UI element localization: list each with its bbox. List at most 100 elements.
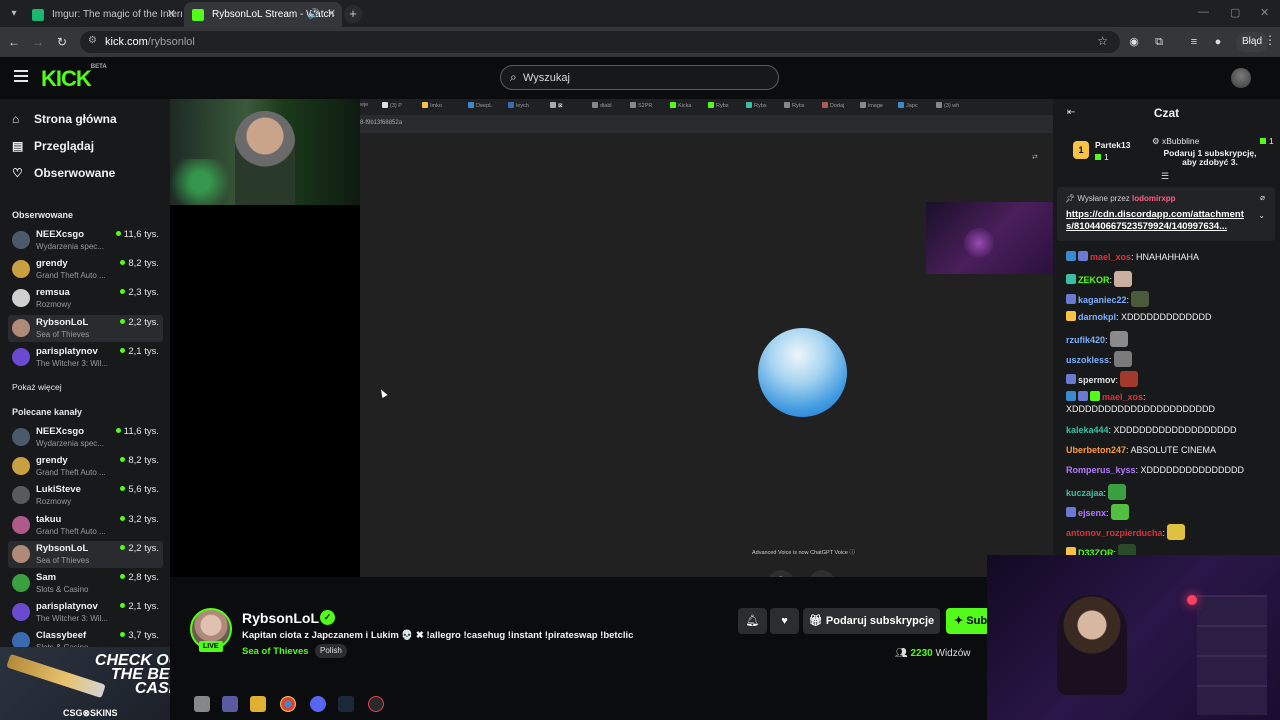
expand-chevron-icon[interactable]: ⌄ xyxy=(1258,211,1265,220)
live-dot-icon xyxy=(120,457,126,463)
channel-item[interactable]: RybsonLoL Sea of Thieves 2,2 tys. xyxy=(8,540,163,568)
stream-category-link[interactable]: Sea of Thieves xyxy=(242,646,309,657)
reload-icon[interactable]: ↻ xyxy=(54,34,70,50)
channel-avatar xyxy=(12,574,30,592)
nav-browse[interactable]: ▤ Przeglądaj xyxy=(12,139,94,159)
channel-item[interactable]: Sam Slots & Casino 2,8 tys. xyxy=(8,570,163,597)
channel-item[interactable]: NEEXcsgo Wydarzenia spec... 11,6 tys. xyxy=(8,424,163,451)
extension-icon[interactable]: ◉ xyxy=(1126,34,1142,50)
close-tab-icon[interactable]: ✕ xyxy=(327,2,336,27)
channel-category: Sea of Thieves xyxy=(36,329,90,339)
kick-logo[interactable]: KICKBETA xyxy=(41,64,107,92)
nav-following[interactable]: ♡ Obserwowane xyxy=(12,166,115,186)
chat-text: : xyxy=(1109,355,1112,365)
chat-username[interactable]: kaganiec22 xyxy=(1078,295,1127,305)
user-badge-icon xyxy=(1066,294,1076,304)
user-avatar[interactable] xyxy=(1231,68,1251,88)
channel-category: Grand Theft Auto ... xyxy=(36,526,106,536)
forward-icon[interactable]: → xyxy=(30,34,46,50)
chat-text: : xyxy=(1115,375,1119,385)
channel-avatar xyxy=(12,457,30,476)
close-window-icon[interactable]: ✕ xyxy=(1260,6,1269,19)
new-tab-button[interactable]: + xyxy=(344,5,362,23)
channel-category: Rozmowy xyxy=(36,300,72,310)
channel-avatar xyxy=(12,515,30,534)
browser-tab-kick[interactable]: RybsonLoL Stream - Watch 🔊 ✕ xyxy=(184,2,342,27)
follow-button[interactable]: ♥ xyxy=(770,608,799,634)
user-badge-icon xyxy=(1078,251,1088,261)
pinned-link[interactable]: https://cdn.discordapp.com/attachments/8… xyxy=(1066,209,1251,233)
gift-leaderboard: 1 Partek13 1 ⚙ xBubbline 1 Podaruj 1 sub… xyxy=(1065,133,1275,173)
emote-icon xyxy=(1167,524,1186,540)
chat-username[interactable]: antonov_rozpierducha xyxy=(1066,528,1163,538)
chat-username[interactable]: spermov xyxy=(1078,375,1116,385)
browser-tab-imgur[interactable]: Imgur: The magic of the Internet ✕ xyxy=(24,2,182,27)
channel-item[interactable]: parisplatynov The Witcher 3: Wil... 2,1 ty… xyxy=(8,344,163,371)
gift-prompt-text[interactable]: Podaruj 1 subskrypcję, aby zdobyć 3. xyxy=(1160,149,1260,167)
show-more-link[interactable]: Pokaż więcej xyxy=(12,382,62,392)
channel-item[interactable]: RybsonLoL Sea of Thieves 2,2 tys. xyxy=(8,314,163,342)
filter-icon[interactable]: ☰ xyxy=(1161,171,1169,182)
maximize-icon[interactable]: ▢ xyxy=(1230,6,1240,19)
back-icon[interactable]: ← xyxy=(6,34,22,50)
site-info-icon[interactable]: ⚙ xyxy=(88,35,97,46)
chat-text: : xyxy=(1106,508,1109,518)
gift-target-name[interactable]: ⚙ xBubbline xyxy=(1152,136,1199,147)
chat-username[interactable]: Uberbeton247 xyxy=(1066,445,1126,455)
chat-username[interactable]: mael_xos xyxy=(1090,252,1131,262)
channel-item[interactable]: LukiSteve Rozmowy 5,6 tys. xyxy=(8,482,163,509)
top-gifter-name[interactable]: Partek13 xyxy=(1095,140,1130,150)
channel-name: parisplatynov xyxy=(36,345,98,357)
user-badge-icon xyxy=(1090,391,1100,401)
channel-item[interactable]: grendy Grand Theft Auto ... 8,2 tys. xyxy=(8,256,163,283)
language-tag[interactable]: Polish xyxy=(315,644,347,658)
chat-username[interactable]: ejsenx xyxy=(1078,508,1106,518)
close-tab-icon[interactable]: ✕ xyxy=(167,2,176,27)
address-bar[interactable]: ⚙ kick.com/rybsonlol ☆ xyxy=(80,31,1120,53)
live-dot-icon xyxy=(115,231,121,236)
chat-username[interactable]: ZEKOR xyxy=(1078,275,1110,285)
microphone-icon: 🎙 xyxy=(768,570,794,577)
chat-username[interactable]: kuczajaa xyxy=(1066,488,1104,498)
channel-item[interactable]: NEEXcsgo Wydarzenia spec... 11,6 tys. xyxy=(8,227,163,254)
streamer-name[interactable]: RybsonLoL xyxy=(242,610,319,626)
user-badge-icon xyxy=(1066,391,1076,401)
channel-avatar xyxy=(12,289,30,308)
chat-username[interactable]: darnokpl xyxy=(1078,312,1116,322)
sidebar: ⌂ Strona główna ▤ Przeglądaj ♡ Obserwowane … xyxy=(0,99,170,720)
browser-menu-icon[interactable]: ⋮ xyxy=(1264,33,1276,47)
puzzle-icon[interactable]: ⧉ xyxy=(1151,34,1167,50)
speaker-icon[interactable]: 🔊 xyxy=(308,2,320,27)
channel-item[interactable]: grendy Grand Theft Auto ... 8,2 tys. xyxy=(8,453,163,480)
channel-item[interactable]: parisplatynov The Witcher 3: Wil... 2,1 ty… xyxy=(8,599,163,626)
user-badge-icon xyxy=(1066,507,1076,517)
channel-item[interactable]: takuu Grand Theft Auto ... 3,2 tys. xyxy=(8,512,163,539)
heart-icon: ♡ xyxy=(12,166,23,180)
minimize-icon[interactable]: — xyxy=(1198,6,1209,18)
profile-icon[interactable]: ● xyxy=(1210,34,1226,50)
nav-home[interactable]: ⌂ Strona główna xyxy=(12,112,117,132)
chat-username[interactable]: kaleka444 xyxy=(1066,425,1109,435)
captured-webcam-preview xyxy=(926,202,1053,274)
search-input[interactable] xyxy=(523,69,763,87)
bookmark-star-icon[interactable]: ☆ xyxy=(1097,34,1108,48)
notification-bell-button[interactable]: 🔔︎ xyxy=(738,608,767,634)
chat-username[interactable]: mael_xos xyxy=(1102,392,1143,402)
media-control-icon[interactable]: ≡ xyxy=(1186,34,1202,50)
stream-video-player[interactable]: wje (3) P Imko DeepL leych ⊠ diabl S2PR … xyxy=(170,99,1053,577)
gift-subscription-button[interactable]: 🎁︎ Podaruj subskrypcje xyxy=(803,608,940,634)
tab-search-icon[interactable]: ▾ xyxy=(6,6,22,22)
channel-item[interactable]: remsua Rozmowy 2,3 tys. xyxy=(8,285,163,312)
unpin-icon[interactable]: ⌀ xyxy=(1260,193,1265,202)
top-gifter-count: 1 xyxy=(1095,152,1109,162)
chat-text: : HNAHAHHAHA xyxy=(1131,252,1200,262)
streamer-facecam-overlay xyxy=(987,555,1280,720)
chat-username[interactable]: Romperus_kyss xyxy=(1066,465,1136,475)
chat-text: : ABSOLUTE CINEMA xyxy=(1126,445,1217,455)
live-badge: LIVE xyxy=(199,641,223,652)
csgoskins-promo-banner[interactable]: CHECK OUT THE BEST CASES CSG⊗SKINS xyxy=(0,647,196,720)
channel-category: Rozmowy xyxy=(36,497,72,507)
chat-username[interactable]: uszokless xyxy=(1066,355,1109,365)
hamburger-menu-icon[interactable] xyxy=(14,70,28,82)
chat-username[interactable]: rzufik420 xyxy=(1066,335,1105,345)
